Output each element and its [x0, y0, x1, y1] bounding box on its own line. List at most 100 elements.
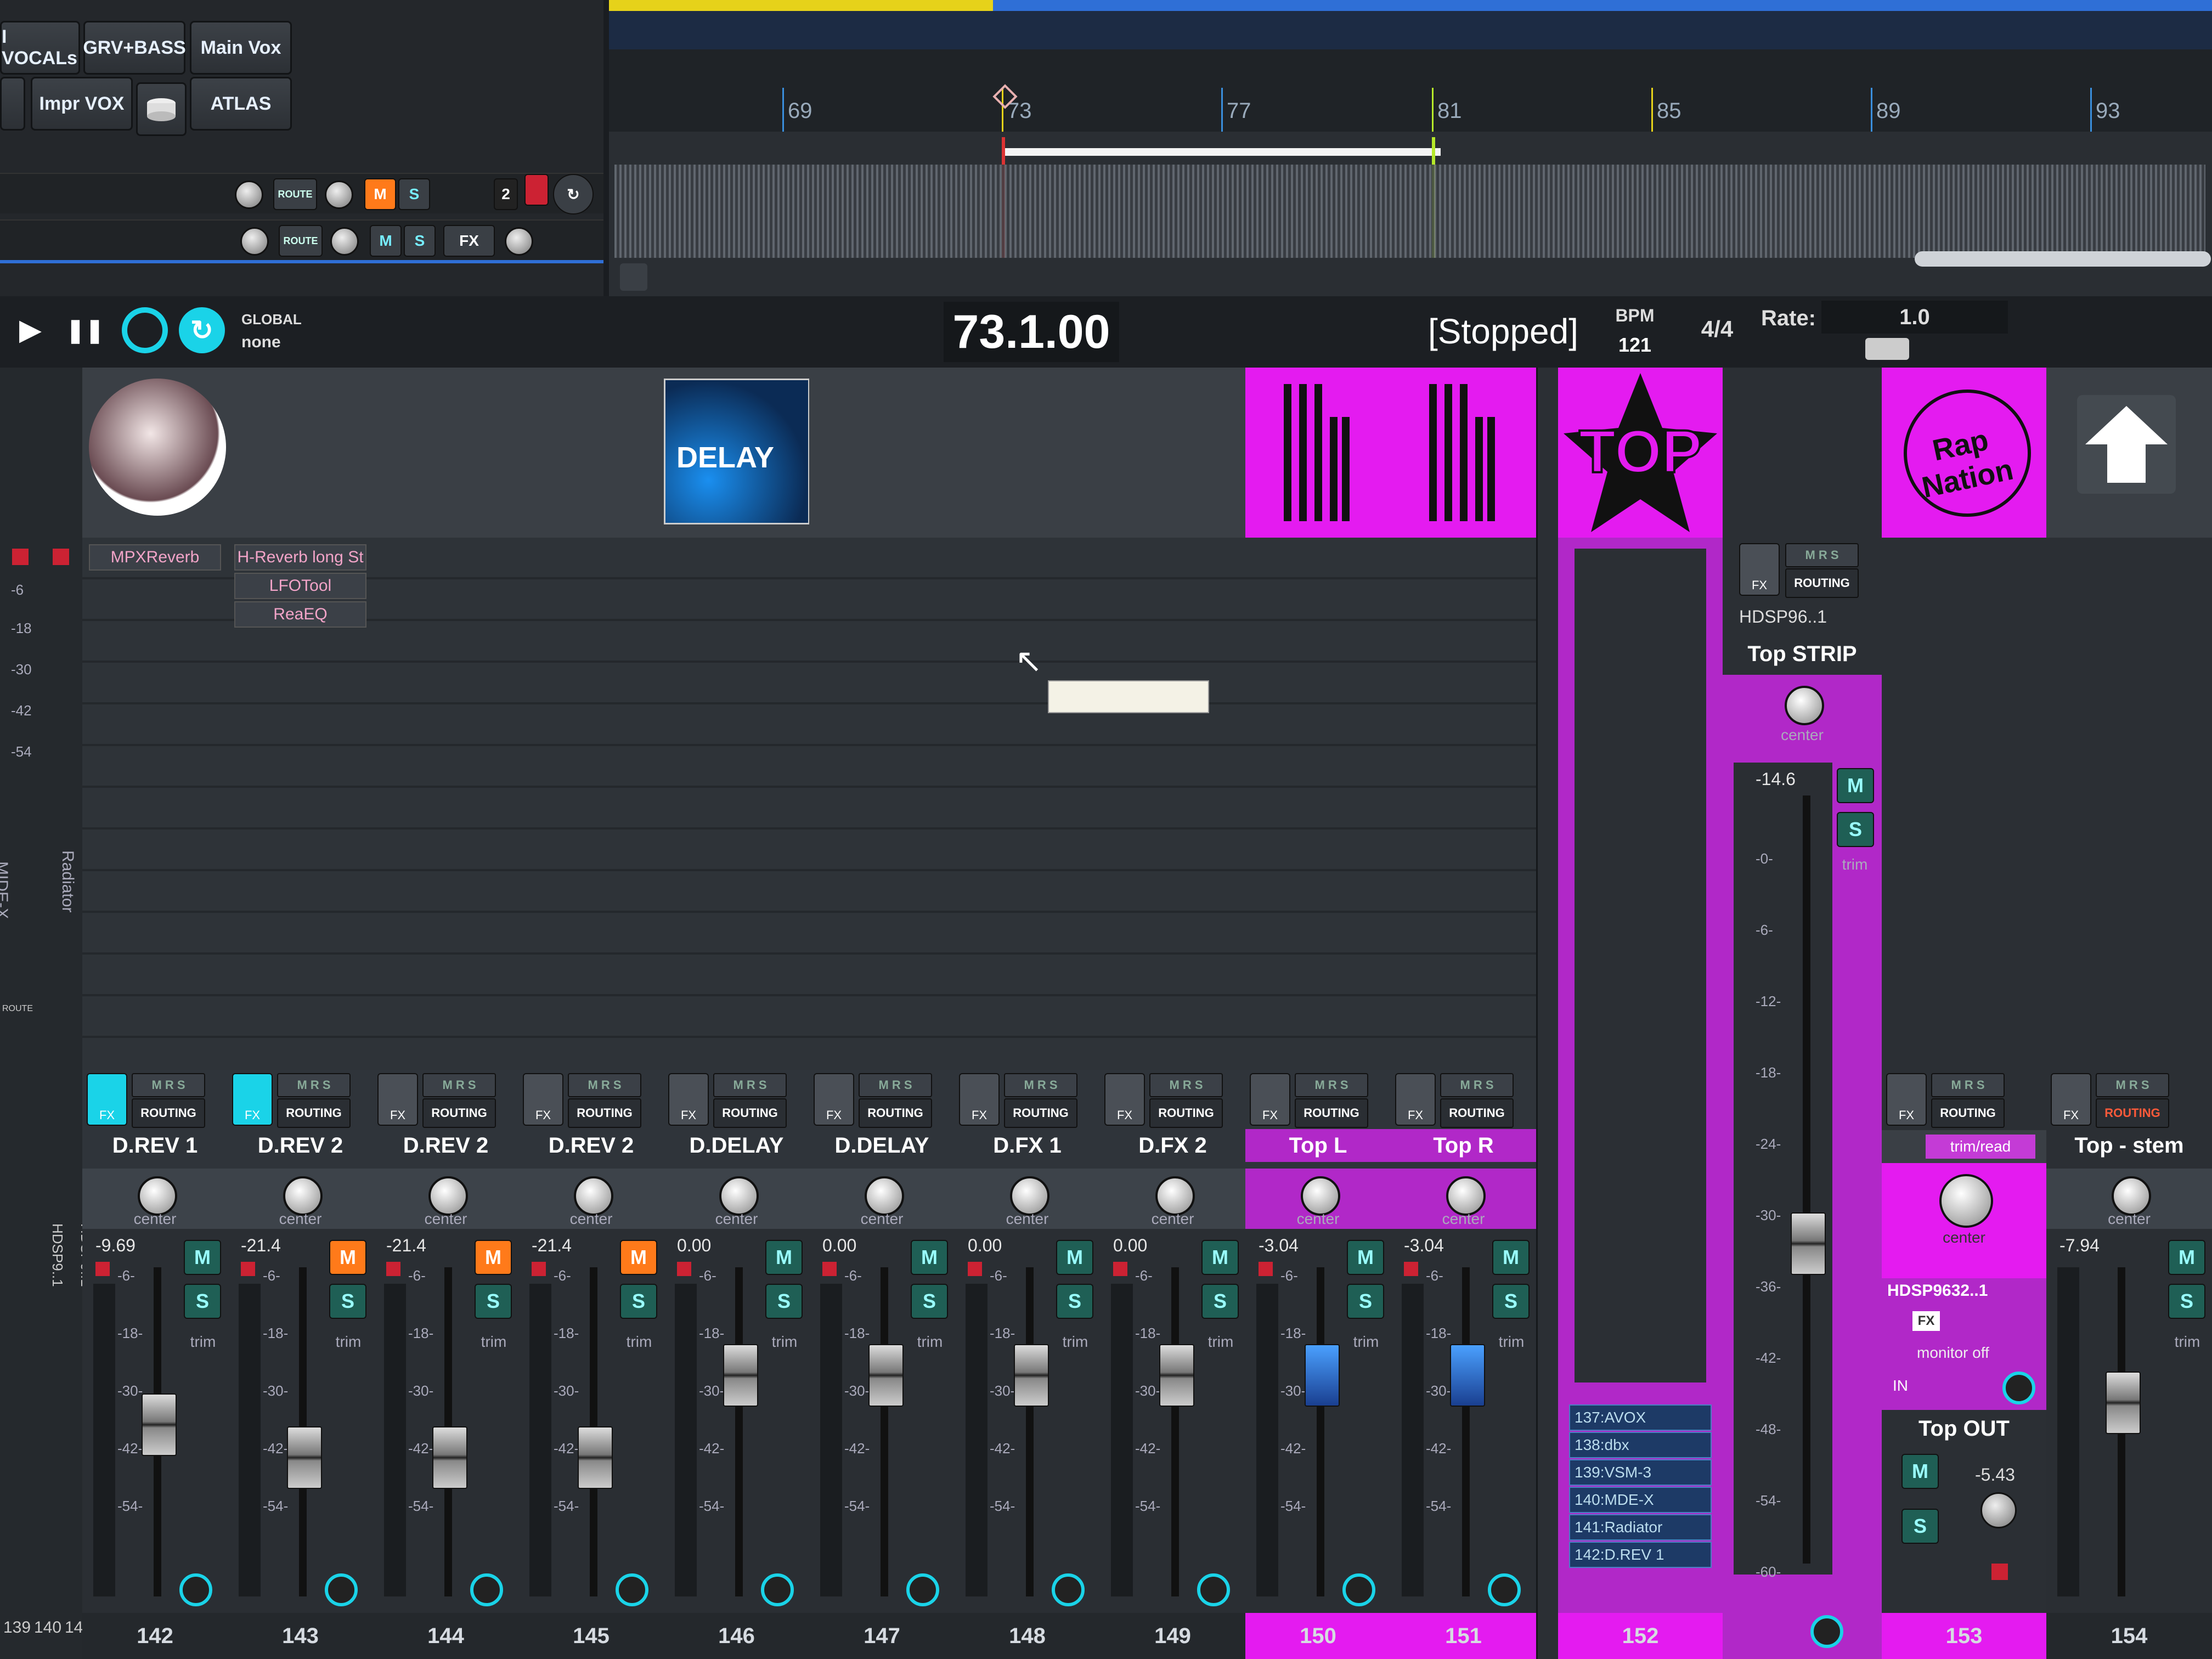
mute-button[interactable]: M	[364, 178, 396, 210]
horizontal-scrollbar[interactable]	[1915, 251, 2211, 267]
volume-knob[interactable]	[1980, 1492, 2017, 1528]
fader-handle[interactable]	[1159, 1344, 1194, 1407]
fx-list[interactable]: 152:Top STR	[1391, 538, 1536, 1156]
fx-slot[interactable]: MPXReverb	[89, 544, 221, 571]
trim-label[interactable]: trim	[1056, 1333, 1094, 1351]
fx-button[interactable]: FX	[232, 1073, 273, 1126]
output-ring[interactable]	[761, 1573, 794, 1606]
mrs-buttons[interactable]: M R S	[568, 1073, 641, 1097]
mrs-buttons[interactable]: M R S	[132, 1073, 205, 1097]
mrs-buttons[interactable]: M R S	[1004, 1073, 1077, 1097]
fx-button[interactable]: FX	[523, 1073, 563, 1126]
solo-button[interactable]: S	[1201, 1284, 1239, 1319]
fx-button[interactable]: FX	[87, 1073, 127, 1126]
arrange-view[interactable]: 69 73 77 81 85 89 93	[609, 0, 2212, 296]
scroll-left-button[interactable]	[620, 263, 647, 291]
input-ring[interactable]	[2002, 1372, 2035, 1404]
pan-knob[interactable]	[325, 180, 353, 209]
volume-readout[interactable]: 0.00	[822, 1235, 856, 1256]
routing-button[interactable]: ROUTING	[1931, 1098, 2005, 1128]
fx-button[interactable]: FX	[959, 1073, 1000, 1126]
volume-readout[interactable]: -7.94	[2059, 1235, 2100, 1256]
routing-button[interactable]: ROUTING	[713, 1098, 787, 1128]
time-signature[interactable]: 4/4	[1690, 307, 1745, 351]
volume-knob[interactable]	[235, 180, 263, 209]
strip-name[interactable]: Top R	[1391, 1129, 1536, 1162]
fader-handle[interactable]	[1450, 1344, 1485, 1407]
output-ring[interactable]	[325, 1573, 358, 1606]
solo-button[interactable]: S	[398, 178, 430, 210]
loop-selection[interactable]	[1002, 148, 1441, 156]
mrs-buttons[interactable]: M R S	[1149, 1073, 1223, 1097]
output-ring[interactable]	[1488, 1573, 1521, 1606]
flag-thumbnail[interactable]	[1391, 368, 1536, 538]
mute-button[interactable]: M	[620, 1240, 657, 1275]
fx-button[interactable]: FX	[1886, 1073, 1927, 1126]
trim-label[interactable]: trim	[765, 1333, 804, 1351]
routing-button[interactable]: ROUTING	[568, 1098, 641, 1128]
fader-handle[interactable]	[1791, 1212, 1826, 1275]
mrs-buttons[interactable]: M R S	[1295, 1073, 1368, 1097]
strip-name[interactable]: D.FX 2	[1100, 1129, 1245, 1162]
strip-name[interactable]: Top L	[1245, 1129, 1391, 1162]
strip-name[interactable]: Top - stem	[2046, 1129, 2212, 1162]
strip-thumbnail[interactable]	[373, 368, 518, 538]
global-automation-value[interactable]: none	[241, 330, 329, 354]
mrs-buttons[interactable]: M R S	[1440, 1073, 1514, 1097]
folder-child-item[interactable]: 141:Radiator	[1569, 1514, 1712, 1541]
trim-label[interactable]: trim	[620, 1333, 658, 1351]
mute-button[interactable]: M	[2168, 1240, 2205, 1275]
volume-readout[interactable]: -14.6	[1756, 769, 1796, 789]
pan-knob[interactable]	[330, 227, 359, 256]
volume-readout[interactable]: -21.4	[241, 1235, 281, 1256]
track-button-left[interactable]	[0, 77, 25, 131]
strip-name[interactable]: D.REV 2	[518, 1129, 664, 1162]
flag-thumbnail[interactable]	[1245, 368, 1391, 538]
trim-label[interactable]: trim	[1492, 1333, 1531, 1351]
output-ring[interactable]	[179, 1573, 212, 1606]
routing-button[interactable]: ROUTING	[422, 1098, 496, 1128]
solo-button[interactable]: S	[765, 1284, 803, 1319]
fader-handle[interactable]	[2106, 1372, 2141, 1434]
fader-handle[interactable]	[142, 1393, 177, 1456]
routing-button[interactable]: ROUTING	[859, 1098, 932, 1128]
mrs-buttons[interactable]: M R S	[859, 1073, 932, 1097]
strip-name[interactable]: Top OUT	[1882, 1417, 2046, 1441]
trim-label[interactable]: trim	[911, 1333, 949, 1351]
mute-button[interactable]: M	[1492, 1240, 1530, 1275]
routing-button[interactable]: ROUTING	[1295, 1098, 1368, 1128]
output-ring[interactable]	[616, 1573, 648, 1606]
solo-button[interactable]: S	[1492, 1284, 1530, 1319]
solo-button[interactable]: S	[1347, 1284, 1384, 1319]
fx-list[interactable]: 152:Top STR	[1245, 538, 1391, 1156]
play-icon[interactable]: ▶	[11, 311, 49, 349]
fx-slot[interactable]: LFOTool	[234, 573, 366, 599]
fx-button[interactable]: FX	[1739, 543, 1780, 596]
volume-readout[interactable]: 0.00	[1113, 1235, 1147, 1256]
mute-button[interactable]: M	[1201, 1240, 1239, 1275]
trim-label[interactable]: trim	[1201, 1333, 1240, 1351]
fx-button[interactable]: FX	[814, 1073, 854, 1126]
fx-button[interactable]: FX	[1395, 1073, 1436, 1126]
fx-list[interactable]	[955, 538, 1100, 1119]
folder-child-item[interactable]: 142:D.REV 1	[1569, 1542, 1712, 1568]
automation-mode[interactable]: trim/read	[1926, 1135, 2035, 1159]
fader-handle[interactable]	[287, 1426, 322, 1489]
track-button-vocals[interactable]: I VOCALs	[0, 21, 80, 75]
fx-button[interactable]: FX	[443, 225, 495, 257]
fader-handle[interactable]	[432, 1426, 467, 1489]
volume-readout[interactable]: 0.00	[677, 1235, 711, 1256]
output-ring[interactable]	[906, 1573, 939, 1606]
strip-thumbnail[interactable]	[228, 368, 373, 538]
input-label[interactable]: IN	[1893, 1377, 1926, 1399]
home-thumbnail[interactable]	[2046, 368, 2212, 538]
strip-name[interactable]: D.FX 1	[955, 1129, 1100, 1162]
pan-knob[interactable]	[1939, 1174, 1993, 1228]
strip-thumbnail[interactable]	[82, 368, 228, 538]
fx-list[interactable]	[1100, 538, 1245, 1119]
strip-name[interactable]: D.DELAY	[809, 1129, 955, 1162]
strip-thumbnail[interactable]	[1391, 368, 1536, 538]
folder-strip-152[interactable]: 137:AVOX 138:dbx 139:VSM-3 140:MDE-X 141:Rad…	[1558, 538, 1723, 1635]
fader-handle[interactable]	[1305, 1344, 1340, 1407]
route-button[interactable]: ROUTE	[279, 225, 323, 257]
